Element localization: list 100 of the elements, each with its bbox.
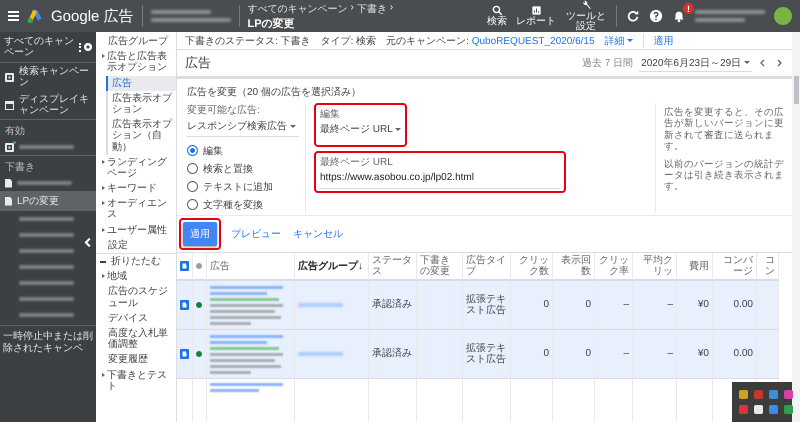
help-icon[interactable]: [649, 9, 663, 23]
table-cell: 0.00: [713, 330, 757, 379]
nav-item[interactable]: 広告: [106, 76, 176, 91]
radio-button[interactable]: [187, 181, 198, 192]
field-label: 編集: [320, 108, 341, 121]
edit-target-dropdown[interactable]: 最終ページ URL: [320, 121, 402, 139]
breadcrumb-link[interactable]: 下書き: [356, 2, 387, 16]
tray-app-icon[interactable]: [739, 390, 748, 399]
url-input-field[interactable]: https://www.asobou.co.jp/lp02.html: [320, 169, 560, 189]
expand-icon: [102, 228, 105, 232]
collapse-icon[interactable]: [84, 43, 92, 51]
table-cell: –: [595, 281, 633, 330]
paused-campaigns-link[interactable]: 一時停止中または削除されたキャンペ: [3, 331, 93, 354]
blurred-campaign[interactable]: [19, 313, 74, 317]
nav-item[interactable]: ユーザー属性: [96, 222, 176, 238]
nav-item[interactable]: 広告と広告表示オプション: [96, 49, 176, 76]
table-cell: 0: [511, 281, 553, 330]
draft-info: 元のキャンペーン: QuboREQUEST_2020/6/15: [386, 34, 595, 48]
blurred-account: [695, 10, 765, 22]
sidebar-item[interactable]: 検索キャンペーン: [0, 63, 96, 91]
expand-icon: [102, 54, 105, 58]
blurred-campaign[interactable]: [17, 181, 72, 185]
tray-app-icon[interactable]: [784, 390, 793, 399]
bell-icon[interactable]: [672, 9, 686, 23]
blurred-campaign[interactable]: [19, 233, 74, 237]
table-cell: 拡張テキスト広告: [463, 281, 511, 330]
tray-app-icon[interactable]: [739, 405, 748, 414]
status-dot: [196, 263, 202, 269]
draft-info: タイプ: 検索: [320, 34, 376, 48]
tray-app-icon[interactable]: [754, 390, 763, 399]
search-campaign-icon: [5, 142, 14, 152]
radio-button[interactable]: [187, 163, 198, 174]
radio-button[interactable]: [187, 199, 198, 210]
nav-item[interactable]: キーワード: [96, 181, 176, 196]
report-icon: [530, 5, 542, 16]
tray-app-icon[interactable]: [784, 405, 793, 414]
details-link[interactable]: 詳細: [604, 34, 625, 48]
menu-icon[interactable]: [8, 11, 19, 21]
blurred-campaign[interactable]: [19, 281, 74, 285]
nav-item[interactable]: 下書きとテスト: [96, 368, 176, 394]
nav-item[interactable]: 変更履歴: [96, 352, 176, 368]
caret-icon: [744, 61, 750, 64]
nav-item[interactable]: ランディングページ: [96, 154, 176, 182]
apply-button[interactable]: 適用: [183, 222, 217, 246]
nav-item[interactable]: 高度な入札単価調整: [96, 326, 176, 352]
table-cell: ¥0: [677, 281, 713, 330]
table-cell: –: [595, 330, 633, 379]
toolbar-button[interactable]: ツールと設定: [565, 0, 607, 32]
row-checkbox[interactable]: [180, 349, 189, 359]
toolbar-button[interactable]: レポート: [516, 5, 556, 27]
avatar[interactable]: [774, 7, 792, 25]
product-name: Google 広告: [51, 6, 134, 26]
sidebar-title: すべてのキャンペーン: [4, 36, 75, 58]
sidebar-item[interactable]: LPの変更: [0, 191, 96, 211]
apply-link[interactable]: 適用: [654, 34, 674, 48]
nav-item[interactable]: オーディエンス: [96, 196, 176, 223]
nav-item[interactable]: 広告のスケジュール: [96, 284, 176, 311]
url-field[interactable]: 最終ページ URL https://www.asobou.co.jp/lp02.html: [314, 151, 566, 193]
radio-option[interactable]: 編集: [187, 142, 299, 159]
expand-icon: [102, 160, 105, 164]
toolbar-button[interactable]: 検索: [487, 5, 507, 27]
page-heading: 広告: [185, 54, 211, 72]
nav-item[interactable]: デバイス: [96, 310, 176, 326]
blurred-ad-group[interactable]: [298, 352, 343, 356]
select-all-checkbox[interactable]: [180, 261, 189, 271]
breadcrumb-link[interactable]: すべてのキャンペーン: [248, 2, 348, 16]
tray-app-icon[interactable]: [754, 405, 763, 414]
preview-button[interactable]: プレビュー: [229, 223, 283, 245]
ad-type-dropdown[interactable]: レスポンシブ検索広告: [187, 118, 299, 137]
row-checkbox[interactable]: [180, 300, 189, 310]
nav-item[interactable]: 広告グループ: [96, 34, 176, 50]
info-text: 以前のバージョンの統計データは引き続き表示されます。: [664, 158, 784, 193]
radio-option[interactable]: テキストに追加: [187, 178, 299, 195]
radio-option[interactable]: 検索と置換: [187, 160, 299, 177]
nav-item[interactable]: 地域: [96, 269, 176, 284]
blurred-campaign[interactable]: [19, 297, 74, 301]
cancel-button[interactable]: キャンセル: [291, 223, 345, 245]
date-range-dropdown[interactable]: 2020年6月23日～29日: [639, 54, 752, 72]
tray-app-icon[interactable]: [769, 390, 778, 399]
blurred-ad-group[interactable]: [298, 303, 343, 307]
blurred-campaign[interactable]: [19, 145, 74, 149]
tray-app-icon[interactable]: [769, 405, 778, 414]
search-campaign-icon: [5, 72, 14, 82]
radio-option[interactable]: 文字種を変換: [187, 196, 299, 213]
date-range-label: 過去 7 日間: [582, 56, 634, 70]
sidebar-item[interactable]: ディスプレイキャンペーン: [0, 91, 96, 119]
refresh-icon[interactable]: [626, 9, 640, 23]
nav-item[interactable]: 折りたたむ: [96, 253, 176, 270]
blurred-campaign[interactable]: [19, 265, 74, 269]
field-label: 最終ページ URL: [320, 156, 394, 169]
scrollbar[interactable]: [794, 76, 799, 104]
nav-item[interactable]: 設定: [96, 238, 176, 253]
blurred-campaign[interactable]: [19, 249, 74, 253]
table-cell: ¥0: [677, 330, 713, 379]
table-cell: 0: [511, 330, 553, 379]
radio-button[interactable]: [187, 145, 198, 156]
blurred-campaign[interactable]: [19, 217, 74, 221]
table-cell: 承認済み: [369, 330, 417, 379]
field-label: 変更可能な広告:: [187, 104, 261, 117]
caret-icon: [626, 39, 633, 42]
